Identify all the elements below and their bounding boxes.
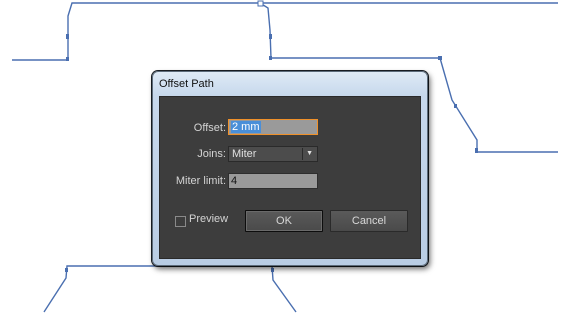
offset-path-dialog: Offset Path Offset: 2 mm Joins: Miter ▼ …: [152, 71, 428, 266]
joins-label: Joins:: [197, 148, 226, 160]
joins-dropdown[interactable]: Miter ▼: [228, 146, 318, 162]
dropdown-separator: [302, 148, 303, 160]
dialog-title: Offset Path: [159, 78, 214, 90]
miter-limit-input[interactable]: 4: [228, 173, 318, 189]
miter-limit-label: Miter limit:: [175, 175, 226, 187]
offset-value: 2 mm: [231, 121, 261, 133]
preview-checkbox[interactable]: [175, 216, 186, 227]
preview-label[interactable]: Preview: [189, 213, 228, 225]
ok-button[interactable]: OK: [245, 210, 323, 232]
anchor-point[interactable]: [271, 268, 274, 272]
anchor-point[interactable]: [475, 148, 478, 153]
joins-value: Miter: [232, 148, 257, 160]
offset-input[interactable]: 2 mm: [228, 119, 318, 135]
anchor-point[interactable]: [65, 268, 68, 272]
anchor-point[interactable]: [66, 34, 69, 39]
anchor-point[interactable]: [269, 34, 272, 39]
anchor-point[interactable]: [454, 104, 457, 108]
path-bottom[interactable]: [43, 265, 297, 313]
anchor-point[interactable]: [269, 56, 272, 60]
cancel-button[interactable]: Cancel: [330, 210, 408, 232]
offset-label: Offset:: [193, 122, 226, 134]
anchor-point[interactable]: [438, 56, 442, 60]
dialog-body: Offset: 2 mm Joins: Miter ▼ Miter limit:…: [159, 96, 421, 259]
chevron-down-icon[interactable]: ▼: [306, 147, 313, 161]
selected-anchor-point[interactable]: [257, 0, 264, 7]
anchor-point[interactable]: [66, 57, 69, 61]
